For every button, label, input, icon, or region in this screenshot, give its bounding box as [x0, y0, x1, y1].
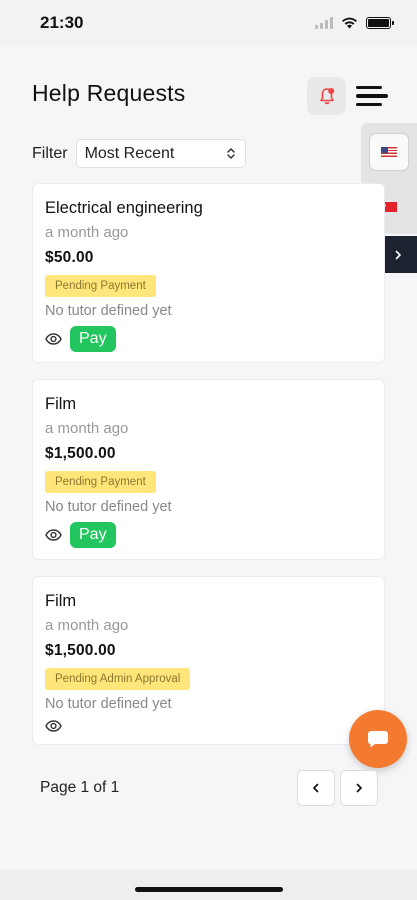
status-badge: Pending Payment [45, 471, 156, 493]
status-bar: 21:30 [0, 0, 417, 46]
status-badge: Pending Payment [45, 275, 156, 297]
request-card[interactable]: Electrical engineering a month ago $50.0… [32, 183, 385, 363]
bell-icon [319, 88, 334, 105]
card-actions: Pay [45, 522, 372, 548]
home-indicator[interactable] [135, 887, 283, 892]
request-time: a month ago [45, 617, 129, 634]
request-title: Film [45, 592, 77, 610]
request-time: a month ago [45, 420, 129, 437]
filter-select[interactable]: Most Recent [75, 139, 246, 168]
tutor-text: No tutor defined yet [45, 499, 172, 515]
card-actions [45, 716, 372, 736]
chevron-updown-icon [226, 148, 235, 159]
eye-icon[interactable] [45, 333, 62, 345]
wifi-icon [342, 17, 357, 29]
notifications-button[interactable] [307, 77, 346, 115]
card-actions: Pay [45, 326, 372, 352]
request-title: Electrical engineering [45, 199, 203, 217]
home-indicator-area [0, 870, 417, 900]
signal-icon [315, 17, 333, 29]
pay-button[interactable]: Pay [70, 326, 116, 352]
hamburger-menu-icon [356, 85, 382, 90]
request-time: a month ago [45, 224, 129, 241]
chevron-right-icon [395, 250, 401, 259]
status-badge: Pending Admin Approval [45, 668, 191, 690]
next-page-button[interactable] [340, 770, 378, 806]
request-price: $1,500.00 [45, 642, 116, 659]
chat-bubble-icon [367, 731, 388, 748]
pay-button[interactable]: Pay [70, 522, 116, 548]
request-card[interactable]: Film a month ago $1,500.00 Pending Payme… [32, 379, 385, 560]
request-price: $1,500.00 [45, 445, 116, 462]
prev-page-button[interactable] [297, 770, 335, 806]
filter-selected-value: Most Recent [84, 144, 175, 162]
status-time: 21:30 [40, 13, 84, 32]
eye-icon[interactable] [45, 720, 62, 732]
filter-label: Filter [32, 144, 68, 162]
battery-icon [366, 17, 394, 29]
tutor-text: No tutor defined yet [45, 696, 172, 712]
tutor-text: No tutor defined yet [45, 303, 172, 319]
filter-row: Filter Most Recent [32, 139, 246, 168]
status-icons [315, 17, 394, 29]
chevron-right-icon [356, 783, 362, 793]
language-option-english[interactable] [369, 133, 409, 171]
page-title: Help Requests [32, 80, 186, 106]
menu-button[interactable] [356, 80, 388, 112]
chat-button[interactable] [349, 710, 407, 768]
us-flag-icon [381, 147, 397, 157]
request-price: $50.00 [45, 249, 94, 266]
request-title: Film [45, 395, 77, 413]
eye-icon[interactable] [45, 529, 62, 541]
pagination-text: Page 1 of 1 [40, 779, 120, 796]
chevron-left-icon [313, 783, 319, 793]
request-card[interactable]: Film a month ago $1,500.00 Pending Admin… [32, 576, 385, 745]
